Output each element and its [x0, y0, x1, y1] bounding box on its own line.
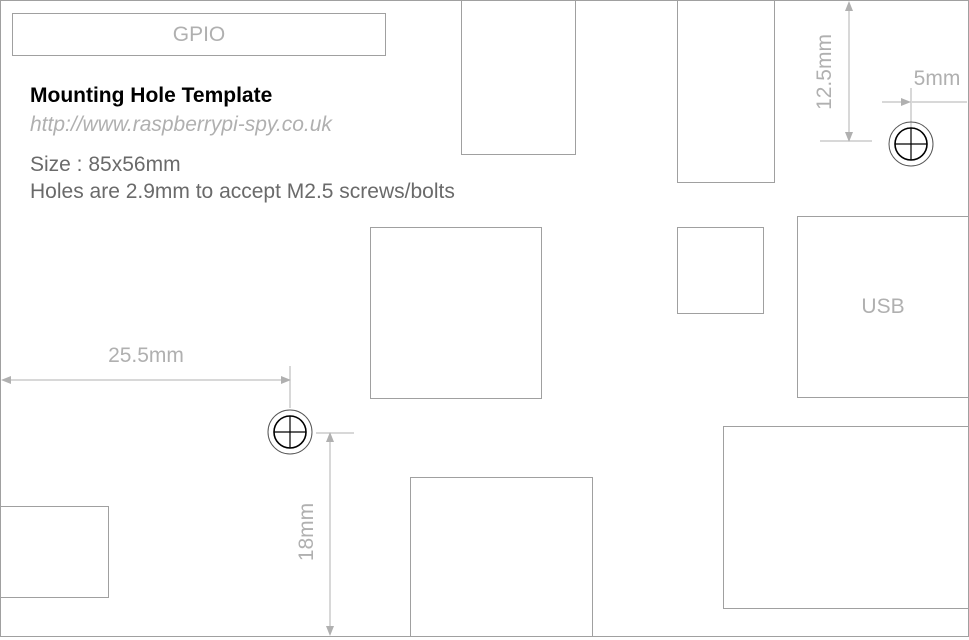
holes-info: Holes are 2.9mm to accept M2.5 screws/bo… — [30, 180, 455, 203]
component-top-1 — [461, 0, 576, 155]
dimension-label-18mm: 18mm — [295, 503, 318, 561]
mounting-hole-icon — [267, 409, 313, 455]
size-info: Size : 85x56mm — [30, 153, 181, 176]
usb-port: USB — [797, 216, 969, 398]
component-bottom-left — [0, 506, 109, 598]
dimension-label-12-5mm: 12.5mm — [813, 34, 836, 110]
component-center-large — [370, 227, 542, 399]
dimension-label-5mm: 5mm — [914, 67, 961, 90]
dimension-label-25-5mm: 25.5mm — [108, 344, 184, 367]
gpio-header: GPIO — [12, 13, 386, 56]
dimension-hole2-left — [1, 366, 291, 408]
mounting-hole-icon — [888, 121, 934, 167]
component-top-2 — [677, 0, 775, 183]
dimension-hole2-bottom — [316, 432, 354, 636]
component-center-small — [677, 227, 764, 314]
component-bottom-center — [410, 477, 593, 637]
component-bottom-right — [723, 426, 969, 609]
template-title: Mounting Hole Template — [30, 84, 273, 107]
board-template: 12.5mm 5mm 25.5mm 18mm GPIO USB Mounting… — [0, 0, 969, 640]
source-url: http://www.raspberrypi-spy.co.uk — [30, 113, 332, 136]
